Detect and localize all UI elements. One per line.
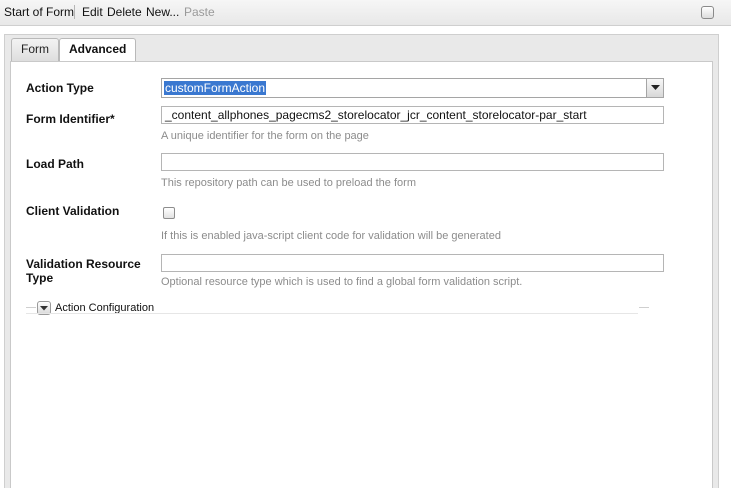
action-type-label: Action Type (26, 81, 94, 95)
delete-button[interactable]: Delete (107, 5, 142, 19)
validation-resource-type-input[interactable] (161, 254, 664, 272)
toolbar-checkbox[interactable] (701, 6, 714, 19)
fieldset-border-right (639, 307, 649, 308)
client-validation-hint: If this is enabled java-script client co… (161, 230, 501, 242)
advanced-tab-content: Action Type customFormAction Form Identi… (10, 61, 713, 488)
load-path-hint: This repository path can be used to prel… (161, 177, 416, 189)
fieldset-border-bottom (26, 313, 638, 314)
fieldset-border-left (26, 307, 36, 308)
client-validation-label: Client Validation (26, 204, 120, 218)
tab-form[interactable]: Form (11, 38, 59, 61)
toolbar: Start of Form Edit Delete New... Paste (0, 0, 731, 26)
validation-resource-type-hint: Optional resource type which is used to … (161, 276, 523, 288)
form-identifier-hint: A unique identifier for the form on the … (161, 130, 369, 142)
action-type-select[interactable]: customFormAction (161, 78, 664, 98)
toolbar-title: Start of Form (4, 5, 75, 19)
chevron-down-icon (651, 85, 660, 90)
validation-resource-type-label-line1: Validation Resource (26, 257, 141, 271)
validation-resource-type-label-line2: Type (26, 271, 54, 285)
dropdown-trigger[interactable] (646, 79, 663, 97)
toolbar-separator (74, 5, 75, 19)
action-type-value: customFormAction (164, 81, 267, 95)
new-button[interactable]: New... (146, 5, 179, 19)
client-validation-checkbox[interactable] (163, 207, 175, 219)
form-identifier-input[interactable]: _content_allphones_pagecms2_storelocator… (161, 106, 664, 124)
chevron-down-icon (40, 306, 48, 311)
paste-button[interactable]: Paste (184, 5, 215, 19)
load-path-input[interactable] (161, 153, 664, 171)
tab-advanced[interactable]: Advanced (59, 38, 137, 62)
form-identifier-label: Form Identifier* (26, 112, 115, 126)
edit-button[interactable]: Edit (82, 5, 103, 19)
load-path-label: Load Path (26, 157, 85, 171)
